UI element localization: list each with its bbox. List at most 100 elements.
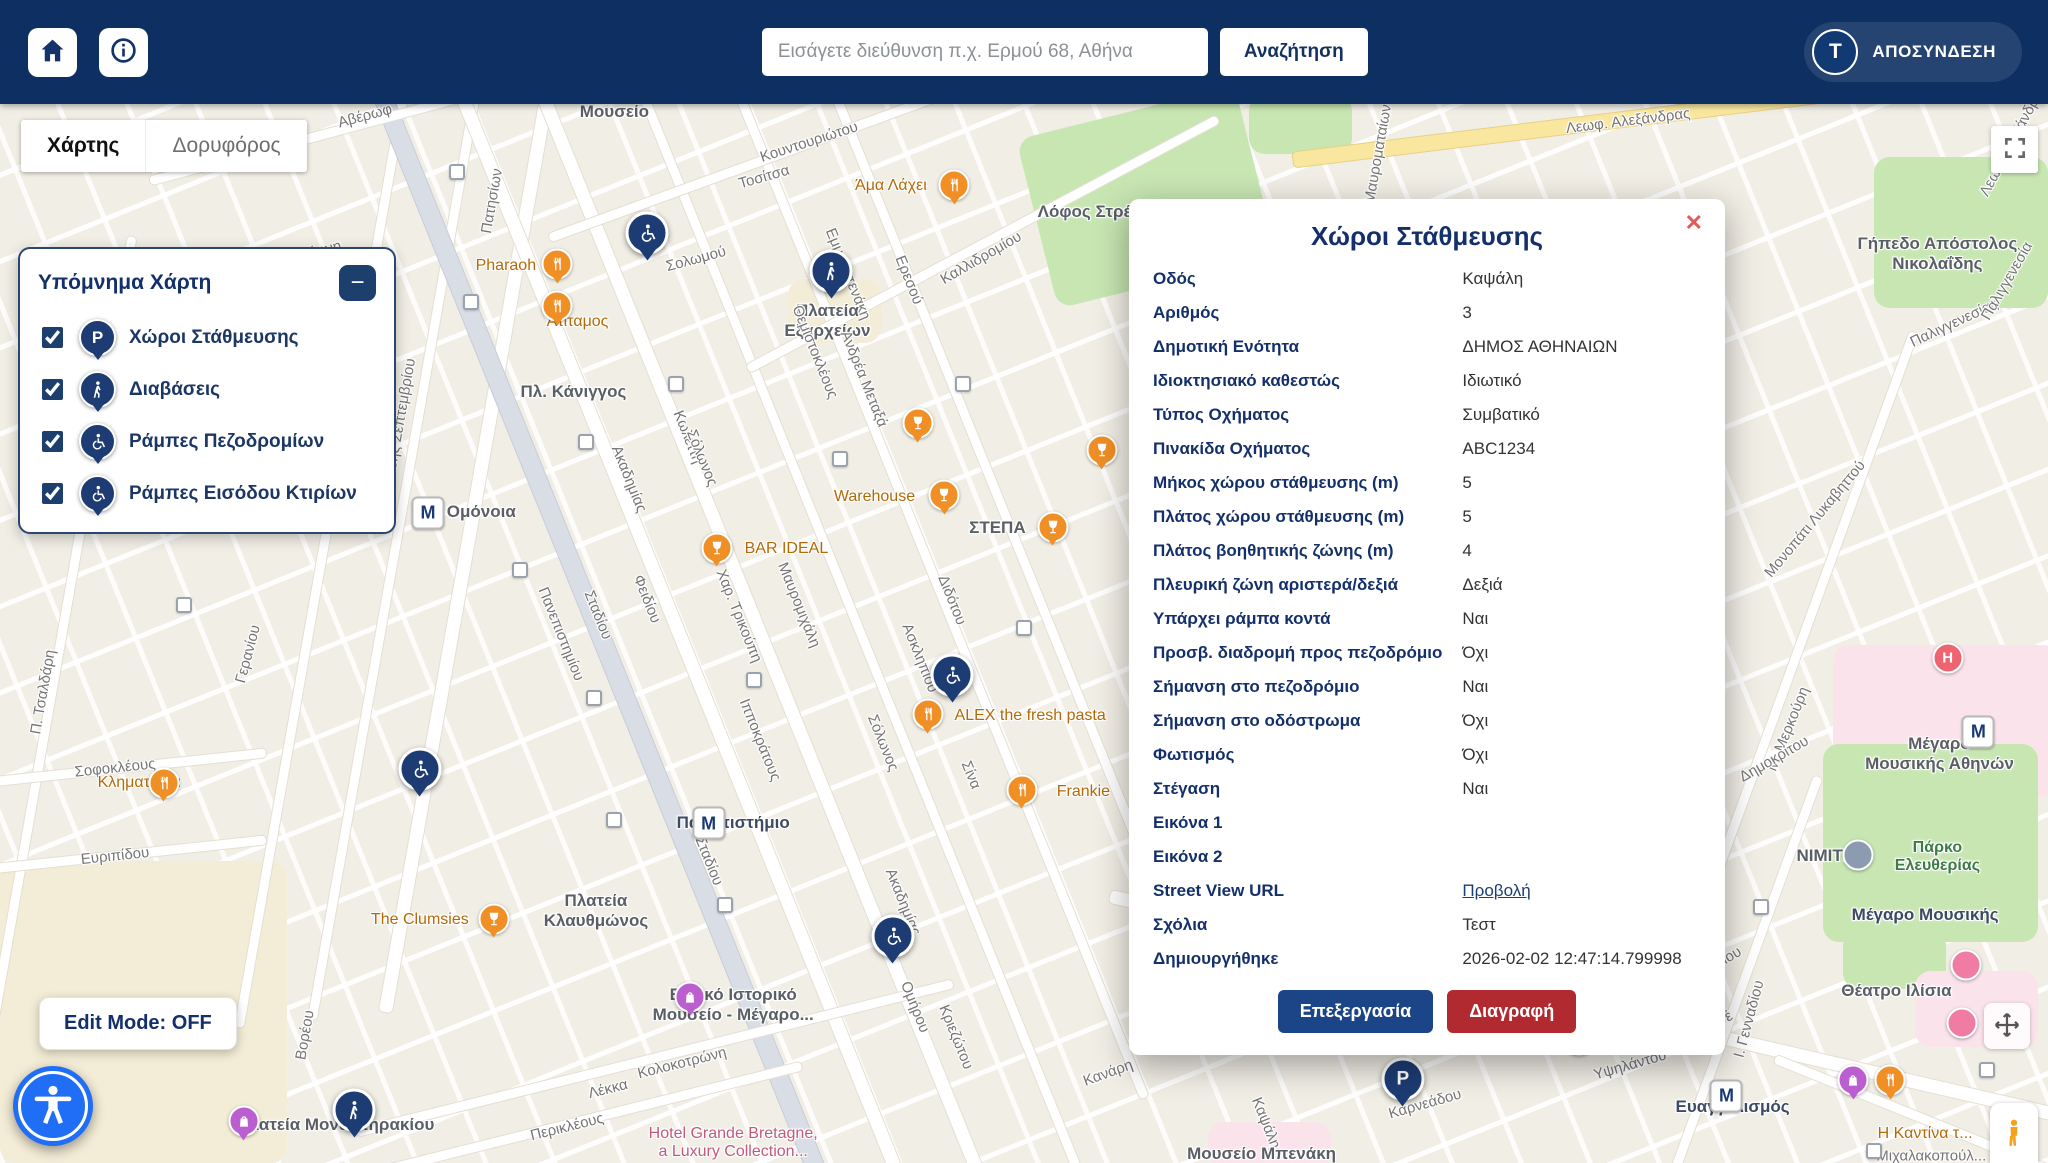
marker-hospital[interactable]: H: [1932, 643, 1963, 674]
popup-field-row: Πλάτος βοηθητικής ζώνης (m) 4: [1153, 534, 1701, 568]
legend-collapse-button[interactable]: −: [339, 265, 376, 301]
legend-checkbox[interactable]: [42, 431, 63, 452]
marker-food[interactable]: [939, 169, 970, 200]
legend-item[interactable]: Διαβάσεις: [38, 371, 376, 408]
marker-drink[interactable]: [1037, 511, 1068, 542]
popup-field-label: Στέγαση: [1153, 779, 1462, 799]
marker-pin-crossing[interactable]: [810, 249, 853, 292]
marker-drink[interactable]: [1086, 435, 1117, 466]
legend-item-label: Ράμπες Εισόδου Κτιρίων: [129, 483, 357, 505]
legend-pin-icon: P: [79, 319, 116, 356]
marker-bus[interactable]: [1753, 899, 1769, 915]
marker-pin-building[interactable]: [931, 653, 974, 696]
street-view-link[interactable]: Προβολή: [1462, 881, 1701, 901]
search-input[interactable]: [762, 28, 1208, 76]
edit-mode-toggle[interactable]: Edit Mode: OFF: [39, 997, 237, 1050]
popup-field-label: Προσβ. διαδρομή προς πεζοδρόμιο: [1153, 643, 1462, 663]
marker-bus[interactable]: [955, 376, 971, 392]
marker-food[interactable]: [1875, 1065, 1906, 1096]
legend-checkbox[interactable]: [42, 379, 63, 400]
legend-pin-icon: [79, 371, 116, 408]
map-label: Μουσείο: [580, 102, 649, 122]
marker-drink[interactable]: [902, 408, 933, 439]
legend-item[interactable]: Ράμπες Εισόδου Κτιρίων: [38, 475, 376, 512]
marker-shop[interactable]: [228, 1106, 259, 1137]
marker-bus[interactable]: [586, 690, 602, 706]
map-label: Ιπποκράτους: [736, 696, 784, 783]
marker-food[interactable]: [542, 290, 573, 321]
marker-bus[interactable]: [1866, 1143, 1882, 1159]
marker-metro[interactable]: M: [412, 496, 445, 529]
marker-bus[interactable]: [463, 294, 479, 310]
marker-pin-crossing[interactable]: [333, 1088, 376, 1131]
marker-food[interactable]: [148, 767, 179, 798]
popup-field-value: 2026-02-02 12:47:14.799998: [1462, 949, 1701, 969]
popup-field-value: 4: [1462, 541, 1701, 561]
marker-shop[interactable]: [675, 981, 706, 1012]
marker-drink[interactable]: [701, 532, 732, 563]
marker-bus[interactable]: [606, 812, 622, 828]
popup-field-label: Τύπος Οχήματος: [1153, 405, 1462, 425]
search-button[interactable]: Αναζήτηση: [1220, 28, 1368, 76]
marker-pin-parking[interactable]: P: [1381, 1058, 1424, 1101]
legend-header: Υπόμνημα Χάρτη −: [38, 265, 376, 301]
home-button[interactable]: [28, 28, 77, 77]
popup-field-row: Οδός Καψάλη: [1153, 262, 1701, 296]
legend-item[interactable]: P Χώροι Στάθμευσης: [38, 319, 376, 356]
logout-button[interactable]: T ΑΠΟΣΥΝΔΕΣΗ: [1804, 22, 2022, 82]
marker-metro[interactable]: M: [1710, 1079, 1743, 1112]
popup-field-value: Δεξιά: [1462, 575, 1701, 595]
marker-attraction[interactable]: [1951, 950, 1982, 981]
marker-bus[interactable]: [717, 897, 733, 913]
marker-bus[interactable]: [1979, 1062, 1995, 1078]
popup-field-row: Μήκος χώρου στάθμευσης (m) 5: [1153, 466, 1701, 500]
legend-item[interactable]: Ράμπες Πεζοδρομίων: [38, 423, 376, 460]
marker-drink[interactable]: [929, 480, 960, 511]
marker-metro[interactable]: M: [692, 807, 725, 840]
marker-bus[interactable]: [578, 434, 594, 450]
legend-checkbox[interactable]: [42, 483, 63, 504]
legend-title: Υπόμνημα Χάρτη: [38, 271, 211, 295]
delete-button[interactable]: Διαγραφή: [1447, 990, 1576, 1033]
popup-field-row: Υπάρχει ράμπα κοντά Ναι: [1153, 602, 1701, 636]
popup-field-row: Street View URL Προβολή: [1153, 874, 1701, 908]
marker-shop[interactable]: [1838, 1065, 1869, 1096]
marker-bus[interactable]: [176, 597, 192, 613]
info-icon: [109, 36, 138, 68]
tab-satellite[interactable]: Δορυφόρος: [145, 120, 306, 172]
marker-pin-ramp[interactable]: [626, 211, 669, 254]
info-button[interactable]: [99, 28, 148, 77]
edit-button[interactable]: Επεξεργασία: [1278, 990, 1433, 1033]
popup-close-button[interactable]: ✕: [1679, 211, 1709, 235]
fullscreen-button[interactable]: [1991, 126, 2038, 173]
marker-drink[interactable]: [478, 903, 509, 934]
marker-museum[interactable]: [1842, 839, 1873, 870]
marker-pin-building[interactable]: [871, 915, 914, 958]
marker-bus[interactable]: [449, 164, 465, 180]
legend-checkbox[interactable]: [42, 327, 63, 348]
marker-bus[interactable]: [1016, 620, 1032, 636]
popup-field-value: Όχι: [1462, 711, 1701, 731]
road: [598, 0, 1082, 1163]
marker-pin-ramp[interactable]: [398, 747, 441, 790]
marker-bus[interactable]: [512, 562, 528, 578]
marker-bus[interactable]: [668, 376, 684, 392]
legend-items: P Χώροι Στάθμευσης Διαβάσεις Ράμπες Πεζο…: [38, 319, 376, 512]
popup-field-row: Εικόνα 2: [1153, 840, 1701, 874]
pan-control-button[interactable]: [1984, 1003, 2030, 1049]
map-canvas[interactable]: ΜουσείοΑβέρωφΚουντουριώτουΤοσίτσαΆμα Λάχ…: [0, 0, 2048, 1163]
feature-popup: ✕ Χώροι Στάθμευσης Οδός Καψάλη Αριθμός 3…: [1129, 199, 1725, 1055]
marker-food[interactable]: [1006, 774, 1037, 805]
marker-food[interactable]: [542, 249, 573, 280]
tab-map[interactable]: Χάρτης: [21, 120, 145, 172]
legend-pin-icon: [79, 475, 116, 512]
marker-bus[interactable]: [746, 672, 762, 688]
pegman-button[interactable]: [1990, 1103, 2038, 1163]
marker-attraction[interactable]: [1946, 1008, 1977, 1039]
marker-bus[interactable]: [832, 451, 848, 467]
marker-metro[interactable]: M: [1962, 715, 1995, 748]
popup-field-value: Ιδιωτικό: [1462, 371, 1701, 391]
popup-field-label: Σήμανση στο οδόστρωμα: [1153, 711, 1462, 731]
accessibility-widget-button[interactable]: [13, 1066, 93, 1146]
marker-food[interactable]: [912, 699, 943, 730]
